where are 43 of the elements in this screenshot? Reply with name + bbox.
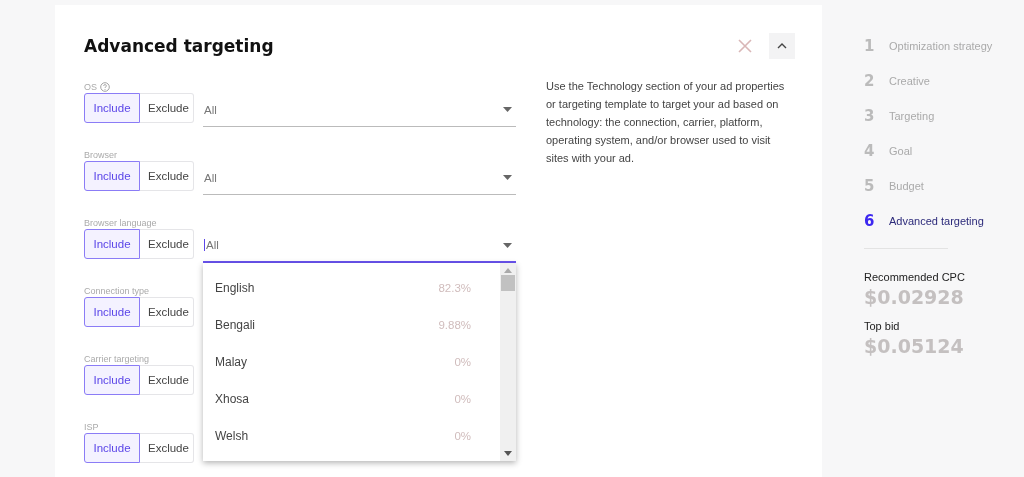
description-text: Use the Technology section of your ad properties or targeting template to target your ad based on technology: the connection, carrier, platform, operating system, and/or browser used to visit sites with your ad. <box>546 79 786 166</box>
include-toggle[interactable]: Include <box>84 161 140 191</box>
filter-label: ISP <box>84 422 99 432</box>
dropdown-option[interactable]: English 82.3% <box>203 269 500 306</box>
include-toggle[interactable]: Include <box>84 433 140 463</box>
scrollbar[interactable] <box>500 263 516 461</box>
summary-value: $0.05124 <box>864 335 965 357</box>
filter-label: Browser language <box>84 218 157 228</box>
dropdown-arrow-icon <box>503 242 512 248</box>
filter-label: Carrier targeting <box>84 354 150 364</box>
dropdown-arrow-icon <box>503 107 512 112</box>
scroll-up-icon[interactable] <box>504 268 512 273</box>
dropdown-option[interactable]: Bengali 9.88% <box>203 306 500 343</box>
dropdown-option[interactable]: Xhosa 0% <box>203 380 500 417</box>
scrollbar-thumb[interactable] <box>501 275 515 291</box>
exclude-toggle[interactable]: Exclude <box>140 297 194 327</box>
filter-label: OS <box>84 82 97 92</box>
include-toggle[interactable]: Include <box>84 297 140 327</box>
summary-value: $0.02928 <box>864 286 965 308</box>
include-toggle[interactable]: Include <box>84 93 140 123</box>
select-field[interactable]: All <box>203 93 516 127</box>
chevron-up-icon <box>777 43 787 49</box>
step-item[interactable]: 6 Advanced targeting <box>864 203 993 238</box>
summary-label: Top bid <box>864 320 901 332</box>
scroll-down-icon[interactable] <box>504 451 512 456</box>
exclude-toggle[interactable]: Exclude <box>140 433 194 463</box>
exclude-toggle[interactable]: Exclude <box>140 365 194 395</box>
filter-label: Connection type <box>84 286 150 296</box>
panel-title: Advanced targeting <box>84 36 275 56</box>
dropdown-option[interactable]: Welsh 0% <box>203 417 500 454</box>
summary-label: Recommended CPC <box>864 271 966 283</box>
close-icon[interactable] <box>737 38 753 54</box>
dropdown-arrow-icon <box>503 175 512 180</box>
exclude-toggle[interactable]: Exclude <box>140 93 194 123</box>
filter-label: Browser <box>84 150 117 160</box>
exclude-toggle[interactable]: Exclude <box>140 161 194 191</box>
exclude-toggle[interactable]: Exclude <box>140 229 194 259</box>
help-icon[interactable] <box>100 82 110 92</box>
dropdown-option[interactable]: Malay 0% <box>203 343 500 380</box>
include-toggle[interactable]: Include <box>84 229 140 259</box>
select-field[interactable]: All <box>203 161 516 195</box>
collapse-button[interactable] <box>769 33 795 59</box>
include-toggle[interactable]: Include <box>84 365 140 395</box>
